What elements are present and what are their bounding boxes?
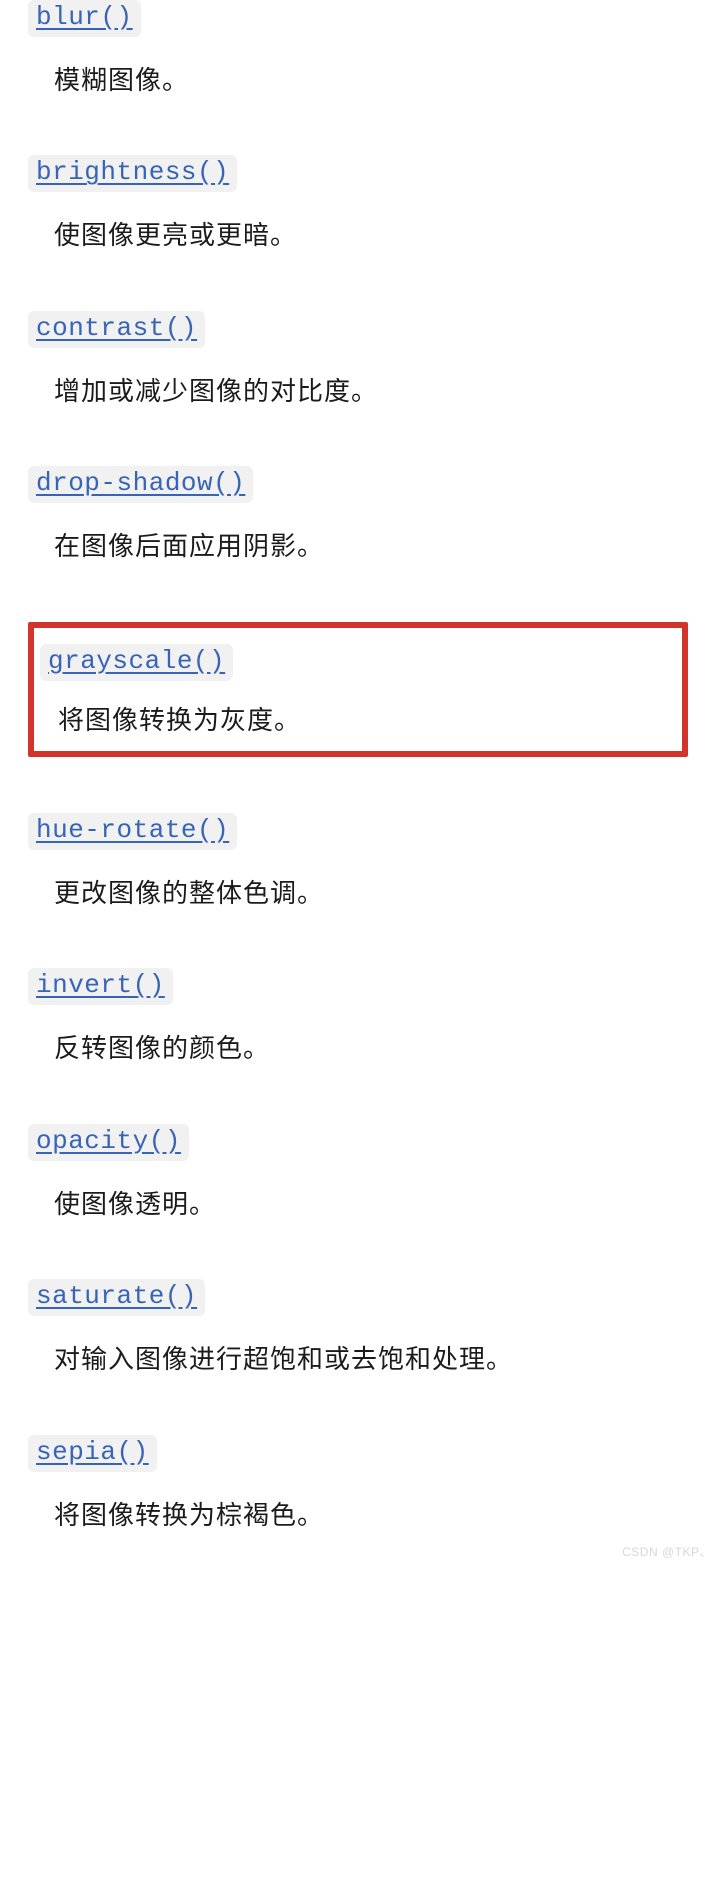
desc-grayscale: 将图像转换为灰度。 bbox=[40, 703, 674, 739]
code-chip: hue-rotate() bbox=[28, 813, 237, 850]
desc-opacity: 使图像透明。 bbox=[28, 1187, 688, 1223]
desc-invert: 反转图像的颜色。 bbox=[28, 1031, 688, 1067]
entry-contrast: contrast() 增加或减少图像的对比度。 bbox=[28, 311, 688, 410]
link-contrast[interactable]: contrast() bbox=[36, 313, 197, 343]
entry-hue-rotate: hue-rotate() 更改图像的整体色调。 bbox=[28, 813, 688, 912]
code-chip: drop-shadow() bbox=[28, 466, 253, 503]
filter-function-list: blur() 模糊图像。 brightness() 使图像更亮或更暗。 cont… bbox=[0, 0, 716, 1558]
link-blur[interactable]: blur() bbox=[36, 2, 133, 32]
code-chip: opacity() bbox=[28, 1124, 189, 1161]
code-chip: grayscale() bbox=[40, 644, 233, 681]
link-grayscale[interactable]: grayscale() bbox=[48, 646, 225, 676]
desc-drop-shadow: 在图像后面应用阴影。 bbox=[28, 529, 688, 565]
code-chip: contrast() bbox=[28, 311, 205, 348]
link-hue-rotate[interactable]: hue-rotate() bbox=[36, 815, 229, 845]
entry-opacity: opacity() 使图像透明。 bbox=[28, 1124, 688, 1223]
entry-grayscale-highlighted: grayscale() 将图像转换为灰度。 bbox=[28, 622, 688, 757]
entry-brightness: brightness() 使图像更亮或更暗。 bbox=[28, 155, 688, 254]
code-chip: invert() bbox=[28, 968, 173, 1005]
desc-brightness: 使图像更亮或更暗。 bbox=[28, 218, 688, 254]
code-chip: brightness() bbox=[28, 155, 237, 192]
desc-sepia: 将图像转换为棕褐色。 bbox=[28, 1498, 688, 1534]
entry-sepia: sepia() 将图像转换为棕褐色。 bbox=[28, 1435, 688, 1534]
link-invert[interactable]: invert() bbox=[36, 970, 165, 1000]
link-sepia[interactable]: sepia() bbox=[36, 1437, 149, 1467]
entry-blur: blur() 模糊图像。 bbox=[28, 0, 688, 99]
desc-contrast: 增加或减少图像的对比度。 bbox=[28, 374, 688, 410]
link-opacity[interactable]: opacity() bbox=[36, 1126, 181, 1156]
desc-saturate: 对输入图像进行超饱和或去饱和处理。 bbox=[28, 1342, 688, 1378]
desc-hue-rotate: 更改图像的整体色调。 bbox=[28, 876, 688, 912]
code-chip: sepia() bbox=[28, 1435, 157, 1472]
link-brightness[interactable]: brightness() bbox=[36, 157, 229, 187]
entry-saturate: saturate() 对输入图像进行超饱和或去饱和处理。 bbox=[28, 1279, 688, 1378]
code-chip: saturate() bbox=[28, 1279, 205, 1316]
watermark: CSDN @TKP、 bbox=[622, 1543, 712, 1560]
entry-invert: invert() 反转图像的颜色。 bbox=[28, 968, 688, 1067]
link-saturate[interactable]: saturate() bbox=[36, 1281, 197, 1311]
code-chip: blur() bbox=[28, 0, 141, 37]
link-drop-shadow[interactable]: drop-shadow() bbox=[36, 468, 245, 498]
entry-drop-shadow: drop-shadow() 在图像后面应用阴影。 bbox=[28, 466, 688, 565]
desc-blur: 模糊图像。 bbox=[28, 63, 688, 99]
